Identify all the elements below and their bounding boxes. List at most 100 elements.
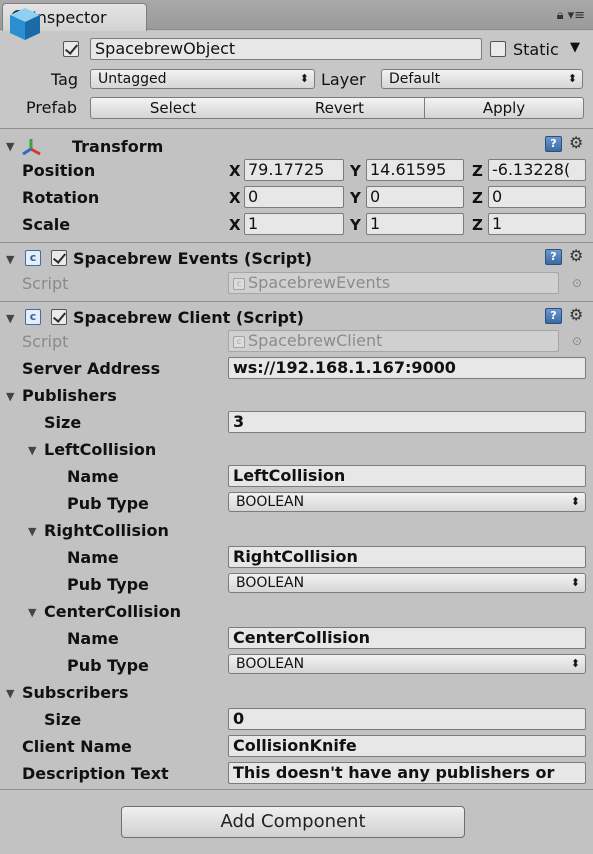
tag-dropdown[interactable]: Untagged ⬍: [90, 69, 315, 89]
publisher-name-label: Name: [67, 548, 119, 567]
subscribers-size-input[interactable]: 0: [228, 708, 586, 730]
publishers-size-input[interactable]: 3: [228, 411, 586, 433]
gear-icon[interactable]: ⚙: [569, 246, 583, 265]
fold-triangle-icon[interactable]: ▼: [28, 444, 36, 457]
static-checkbox[interactable]: [490, 41, 506, 57]
gear-icon[interactable]: ⚙: [569, 305, 583, 324]
server-address-label: Server Address: [22, 359, 161, 378]
fold-triangle-icon[interactable]: ▼: [6, 312, 14, 325]
rotation-x-field[interactable]: 0: [244, 186, 344, 208]
publisher-type-dropdown[interactable]: BOOLEAN ⬍: [228, 573, 586, 593]
tag-value: Untagged: [98, 71, 167, 87]
axis-y-label[interactable]: Y: [350, 162, 361, 180]
axis-y-label[interactable]: Y: [350, 216, 361, 234]
subscribers-size-label: Size: [44, 710, 82, 729]
client-script-label: Script: [22, 332, 69, 351]
menu-icon[interactable]: ▾≡: [568, 8, 585, 23]
lock-icon[interactable]: 🔒︎: [557, 8, 564, 23]
position-x-field[interactable]: 79.17725: [244, 159, 344, 181]
active-checkbox[interactable]: [63, 41, 79, 57]
axis-z-label[interactable]: Z: [472, 216, 483, 234]
publisher-type-label: Pub Type: [67, 494, 149, 513]
help-icon[interactable]: ?: [545, 136, 562, 152]
publisher-header[interactable]: CenterCollision: [44, 602, 181, 621]
prefab-apply-button[interactable]: Apply: [424, 97, 584, 119]
position-label: Position: [22, 161, 96, 180]
add-component-button[interactable]: Add Component: [121, 806, 465, 838]
scale-y-field[interactable]: 1: [366, 213, 464, 235]
publisher-header[interactable]: LeftCollision: [44, 440, 156, 459]
publishers-size-label: Size: [44, 413, 82, 432]
publisher-type-dropdown[interactable]: BOOLEAN ⬍: [228, 492, 586, 512]
layer-dropdown[interactable]: Default ⬍: [381, 69, 583, 89]
tab-bar: i Inspector 🔒︎ ▾≡: [0, 0, 593, 31]
client-script-value: SpacebrewClient: [248, 331, 383, 350]
tab-controls: 🔒︎ ▾≡: [557, 8, 585, 23]
axis-x-label[interactable]: X: [229, 162, 241, 180]
description-input[interactable]: This doesn't have any publishers or: [228, 762, 586, 784]
updown-icon: ⬍: [570, 495, 580, 508]
axis-y-label[interactable]: Y: [350, 189, 361, 207]
layer-label: Layer: [321, 70, 366, 89]
updown-icon: ⬍: [570, 576, 580, 589]
tab-label: Inspector: [32, 8, 107, 27]
fold-triangle-icon[interactable]: ▼: [6, 390, 14, 403]
publisher-name-input[interactable]: LeftCollision: [228, 465, 586, 487]
axis-x-label[interactable]: X: [229, 216, 241, 234]
publisher-type-value: BOOLEAN: [236, 656, 305, 672]
scale-z-field[interactable]: 1: [488, 213, 586, 235]
prefab-revert-button[interactable]: Revert: [255, 97, 425, 119]
publisher-type-dropdown[interactable]: BOOLEAN ⬍: [228, 654, 586, 674]
layer-value: Default: [389, 71, 441, 87]
axis-x-label[interactable]: X: [229, 189, 241, 207]
fold-triangle-icon[interactable]: ▼: [28, 525, 36, 538]
events-component-title: Spacebrew Events (Script): [73, 249, 313, 268]
publisher-name-input[interactable]: CenterCollision: [228, 627, 586, 649]
fold-triangle-icon[interactable]: ▼: [6, 140, 14, 153]
object-name-input[interactable]: SpacebrewObject: [90, 38, 482, 60]
transform-title: Transform: [72, 137, 164, 156]
csharp-script-icon: c: [25, 309, 41, 325]
rotation-label: Rotation: [22, 188, 100, 207]
fold-triangle-icon[interactable]: ▼: [6, 253, 14, 266]
help-icon[interactable]: ?: [545, 249, 562, 265]
publisher-type-value: BOOLEAN: [236, 575, 305, 591]
client-name-input[interactable]: CollisionKnife: [228, 735, 586, 757]
position-y-field[interactable]: 14.61595: [366, 159, 464, 181]
updown-icon: ⬍: [299, 72, 309, 85]
events-script-label: Script: [22, 274, 69, 293]
client-enabled-checkbox[interactable]: [51, 309, 67, 325]
publishers-label[interactable]: Publishers: [22, 386, 117, 405]
scale-x-field[interactable]: 1: [244, 213, 344, 235]
gameobject-cube-icon: [10, 8, 40, 40]
events-script-field: c SpacebrewEvents: [228, 272, 559, 294]
position-z-field[interactable]: -6.13228(: [488, 159, 586, 181]
axis-z-label[interactable]: Z: [472, 162, 483, 180]
subscribers-label[interactable]: Subscribers: [22, 683, 128, 702]
static-label: Static: [513, 40, 559, 59]
publisher-name-label: Name: [67, 629, 119, 648]
static-dropdown-icon[interactable]: ▼: [570, 40, 580, 55]
fold-triangle-icon[interactable]: ▼: [6, 687, 14, 700]
object-picker-icon[interactable]: ⊙: [572, 334, 582, 348]
server-address-input[interactable]: ws://192.168.1.167:9000: [228, 357, 586, 379]
scale-label: Scale: [22, 215, 71, 234]
client-script-field: c SpacebrewClient: [228, 330, 559, 352]
object-picker-icon[interactable]: ⊙: [572, 276, 582, 290]
section-divider: [0, 242, 593, 243]
script-file-icon: c: [233, 335, 245, 348]
events-enabled-checkbox[interactable]: [51, 250, 67, 266]
fold-triangle-icon[interactable]: ▼: [28, 606, 36, 619]
client-component-title: Spacebrew Client (Script): [73, 308, 304, 327]
gear-icon[interactable]: ⚙: [569, 133, 583, 152]
help-icon[interactable]: ?: [545, 308, 562, 324]
description-label: Description Text: [22, 764, 169, 783]
publisher-name-input[interactable]: RightCollision: [228, 546, 586, 568]
publisher-type-label: Pub Type: [67, 575, 149, 594]
rotation-y-field[interactable]: 0: [366, 186, 464, 208]
rotation-z-field[interactable]: 0: [488, 186, 586, 208]
axis-z-label[interactable]: Z: [472, 189, 483, 207]
publisher-header[interactable]: RightCollision: [44, 521, 169, 540]
prefab-select-button[interactable]: Select: [90, 97, 256, 119]
publisher-type-label: Pub Type: [67, 656, 149, 675]
